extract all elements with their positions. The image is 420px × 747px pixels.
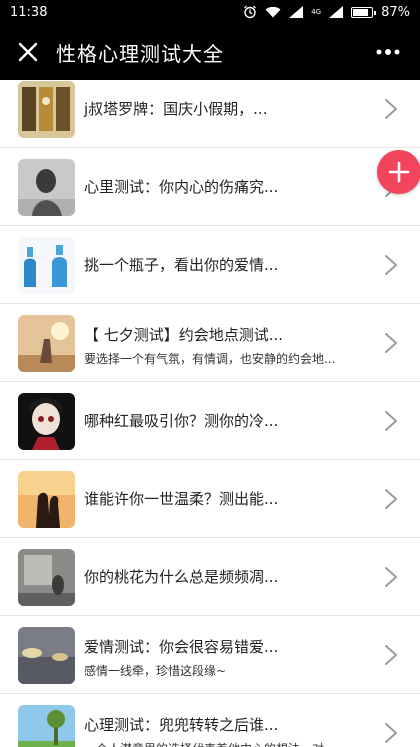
signal-icon bbox=[289, 6, 304, 18]
network-type-label: 4G bbox=[311, 7, 322, 16]
battery-percent: 87% bbox=[381, 4, 410, 20]
item-thumbnail bbox=[18, 549, 75, 606]
list-item[interactable]: 【 七夕测试】约会地点测试... 要选择一个有气氛，有情调，也安静的约会地... bbox=[0, 304, 420, 382]
list-item[interactable]: 挑一个瓶子，看出你的爱情... bbox=[0, 226, 420, 304]
item-title: 爱情测试：你会很容易错爱... bbox=[84, 638, 279, 656]
more-dots-icon bbox=[376, 49, 400, 55]
list-item[interactable]: 哪种红最吸引你？测你的冷... bbox=[0, 382, 420, 460]
list-item[interactable]: 心里测试：你内心的伤痛究... bbox=[0, 148, 420, 226]
item-subtitle: 要选择一个有气氛，有情调，也安静的约会地... bbox=[84, 352, 336, 366]
plus-icon bbox=[388, 161, 410, 183]
page-title: 性格心理测试大全 bbox=[56, 41, 224, 66]
chevron-right-icon bbox=[384, 332, 398, 354]
item-thumbnail bbox=[18, 471, 75, 528]
item-title: 谁能许你一世温柔？测出能... bbox=[84, 490, 279, 508]
item-title: 心里测试：你内心的伤痛究... bbox=[84, 178, 279, 196]
list-item[interactable]: 谁能许你一世温柔？测出能... bbox=[0, 460, 420, 538]
status-icons: 4G 87% bbox=[243, 5, 410, 20]
item-title: 【 七夕测试】约会地点测试... bbox=[84, 326, 284, 344]
item-thumbnail bbox=[18, 315, 75, 372]
item-thumbnail bbox=[18, 393, 75, 450]
alarm-icon bbox=[243, 5, 257, 19]
item-title: 哪种红最吸引你？测你的冷... bbox=[84, 412, 279, 430]
chevron-right-icon bbox=[384, 644, 398, 666]
item-thumbnail bbox=[18, 627, 75, 684]
status-bar: 11:38 4G 87% bbox=[0, 0, 420, 24]
list-item[interactable]: 你的桃花为什么总是频频凋... bbox=[0, 538, 420, 616]
item-title: 你的桃花为什么总是频频凋... bbox=[84, 568, 279, 586]
chevron-right-icon bbox=[384, 254, 398, 276]
signal-icon-2 bbox=[329, 6, 344, 18]
item-title: j叔塔罗牌：国庆小假期，... bbox=[84, 100, 268, 118]
item-subtitle: 一个人潜意思的选择代表着他内心的想法，对... bbox=[84, 740, 335, 747]
item-thumbnail bbox=[18, 159, 75, 216]
battery-fill bbox=[353, 8, 368, 16]
chevron-right-icon bbox=[384, 410, 398, 432]
list-item[interactable]: j叔塔罗牌：国庆小假期，... bbox=[0, 80, 420, 148]
title-bar: 性格心理测试大全 bbox=[0, 24, 420, 80]
item-thumbnail bbox=[18, 237, 75, 294]
chevron-right-icon bbox=[384, 722, 398, 744]
close-button[interactable] bbox=[0, 24, 56, 80]
item-thumbnail bbox=[18, 705, 75, 747]
item-title: 心理测试：兜兜转转之后谁... bbox=[84, 716, 279, 734]
list-item[interactable]: 爱情测试：你会很容易错爱... 感情一线牵，珍惜这段缘~ bbox=[0, 616, 420, 694]
item-title: 挑一个瓶子，看出你的爱情... bbox=[84, 256, 279, 274]
list-item[interactable]: 心理测试：兜兜转转之后谁... 一个人潜意思的选择代表着他内心的想法，对... bbox=[0, 694, 420, 747]
status-time: 11:38 bbox=[10, 4, 48, 20]
test-list: j叔塔罗牌：国庆小假期，... 心里测试：你内心的伤痛究... 挑一个瓶子，看出你的… bbox=[0, 80, 420, 747]
chevron-right-icon bbox=[384, 566, 398, 588]
chevron-right-icon bbox=[384, 98, 398, 120]
item-thumbnail bbox=[18, 81, 75, 138]
wifi-icon bbox=[265, 6, 281, 18]
chevron-right-icon bbox=[384, 488, 398, 510]
battery-icon bbox=[351, 6, 377, 18]
item-subtitle: 感情一线牵，珍惜这段缘~ bbox=[84, 664, 227, 678]
close-icon bbox=[18, 42, 38, 62]
more-button[interactable] bbox=[366, 24, 410, 80]
add-fab-button[interactable] bbox=[377, 150, 420, 194]
